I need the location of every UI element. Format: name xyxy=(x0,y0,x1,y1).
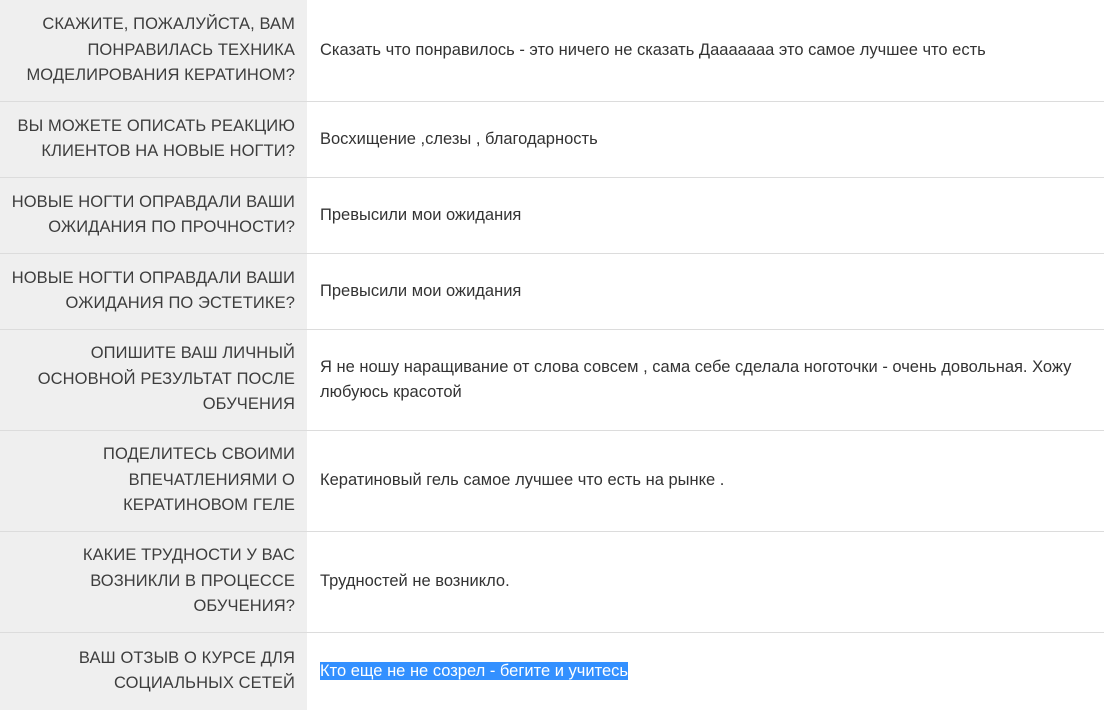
table-row: Опишите ваш личный основной результат по… xyxy=(0,329,1104,431)
table-row: Какие трудности у вас возникли в процесс… xyxy=(0,531,1104,633)
answer-cell[interactable]: Кто еще не не созрел - бегите и учитесь xyxy=(307,632,1104,710)
table-row: Вы можете описать реакцию клиентов на но… xyxy=(0,101,1104,178)
survey-table: Скажите, пожалуйста, вам понравилась тех… xyxy=(0,0,1104,710)
table-row: Новые ногти оправдали ваши ожидания по э… xyxy=(0,253,1104,330)
question-label: Новые ногти оправдали ваши ожидания по э… xyxy=(0,253,307,330)
selected-answer-text[interactable]: Кто еще не не созрел - бегите и учитесь xyxy=(320,661,628,680)
table-row: Поделитесь своими впечатлениями о керати… xyxy=(0,430,1104,532)
question-label: Вы можете описать реакцию клиентов на но… xyxy=(0,101,307,178)
answer-text: Трудностей не возникло. xyxy=(320,572,510,590)
answer-text: Сказать что понравилось - это ничего не … xyxy=(320,40,986,59)
question-label: Новые ногти оправдали ваши ожидания по п… xyxy=(0,177,307,254)
answer-cell[interactable]: Трудностей не возникло. xyxy=(307,531,1104,633)
question-label: Какие трудности у вас возникли в процесс… xyxy=(0,531,307,633)
answer-cell[interactable]: Превысили мои ожидания xyxy=(307,177,1104,254)
answer-cell[interactable]: Сказать что понравилось - это ничего не … xyxy=(307,0,1104,102)
question-label: Поделитесь своими впечатлениями о керати… xyxy=(0,430,307,532)
question-label: Скажите, пожалуйста, вам понравилась тех… xyxy=(0,0,307,102)
table-row: Ваш отзыв о курсе для социальных сетей К… xyxy=(0,632,1104,710)
question-label: Опишите ваш личный основной результат по… xyxy=(0,329,307,431)
table-row: Новые ногти оправдали ваши ожидания по п… xyxy=(0,177,1104,254)
answer-cell[interactable]: Восхищение ,слезы , благодарность xyxy=(307,101,1104,178)
answer-text: Я не ношу наращивание от слова совсем , … xyxy=(320,357,1072,401)
table-row: Скажите, пожалуйста, вам понравилась тех… xyxy=(0,0,1104,102)
answer-text: Превысили мои ожидания xyxy=(320,281,522,300)
question-label: Ваш отзыв о курсе для социальных сетей xyxy=(0,632,307,710)
answer-cell[interactable]: Превысили мои ожидания xyxy=(307,253,1104,330)
answer-text: Кератиновый гель самое лучшее что есть н… xyxy=(320,471,725,489)
answer-cell[interactable]: Я не ношу наращивание от слова совсем , … xyxy=(307,329,1104,431)
answer-cell[interactable]: Кератиновый гель самое лучшее что есть н… xyxy=(307,430,1104,532)
answer-text: Восхищение ,слезы , благодарность xyxy=(320,129,598,148)
answer-text: Превысили мои ожидания xyxy=(320,205,522,224)
